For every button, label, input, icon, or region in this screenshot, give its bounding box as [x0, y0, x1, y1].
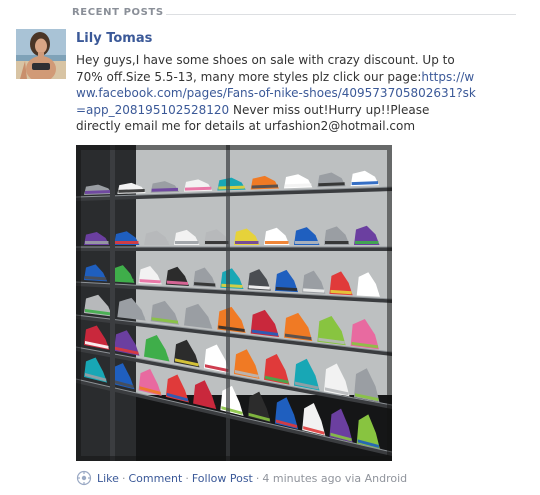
post-timestamp: 4 minutes ago via Android [262, 472, 408, 485]
post: Lily Tomas Hey guys,I have some shoes on… [76, 30, 526, 135]
post-text-intro: Hey guys,I have some shoes on sale with … [76, 53, 455, 84]
separator: · [185, 472, 189, 485]
separator: · [121, 472, 126, 485]
follow-post-link[interactable]: Follow Post [192, 472, 253, 485]
comment-link[interactable]: Comment [128, 472, 182, 485]
post-photo[interactable] [76, 145, 392, 461]
android-icon [76, 470, 92, 486]
avatar[interactable] [16, 29, 66, 79]
post-message: Hey guys,I have some shoes on sale with … [76, 52, 476, 135]
post-actions: Like · Comment · Follow Post · 4 minutes ago v… [76, 470, 407, 486]
post-author[interactable]: Lily Tomas [76, 30, 526, 47]
like-link[interactable]: Like [97, 472, 119, 485]
separator: · [255, 472, 260, 485]
section-divider [166, 14, 516, 15]
section-title: RECENT POSTS [72, 7, 164, 18]
section-header: RECENT POSTS [16, 4, 516, 22]
avatar-photo [16, 29, 66, 79]
shoe-shelf-photo [76, 145, 392, 461]
